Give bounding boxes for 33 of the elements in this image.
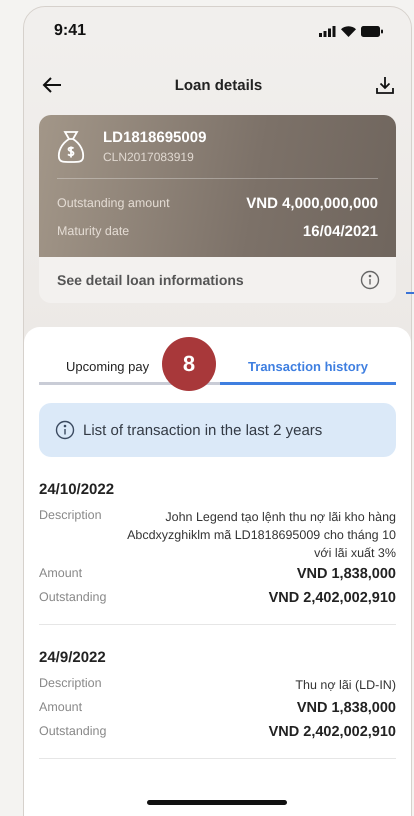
field-value: 16/04/2021 [302,222,378,240]
info-text: List of transaction in the last 2 years [83,422,322,438]
amount-value: VND 2,402,002,910 [268,590,396,606]
info-icon [360,270,380,290]
description-text: John Legend tạo lệnh thu nợ lãi kho hàng Abcdxyzghiklm mã LD1818695009 cho tháng 10 với lãi xuất 3% [126,509,396,562]
row-label: Amount [39,566,82,580]
money-bag-icon [57,130,85,164]
row-label: Amount [39,700,82,714]
row-label: Outstanding [39,724,106,738]
loan-number: LD1818695009 [103,129,206,146]
field-value: VND 4,000,000,000 [246,194,378,212]
amount-value: VND 2,402,002,910 [268,724,396,740]
row-label: Description [39,676,102,690]
signal-icon [319,26,336,36]
wifi-icon [341,26,356,36]
description-text: Thu nợ lãi (LD-IN) [295,677,396,694]
info-icon [55,420,75,440]
amount-value: VND 1,838,000 [296,700,396,716]
transaction-date: 24/10/2022 [39,481,116,498]
amount-value: VND 1,838,000 [296,566,396,582]
row-label: Outstanding [39,590,106,604]
field-label: Maturity date [57,224,130,238]
battery-icon [361,26,383,36]
field-label: Outstanding amount [57,196,170,210]
status-time: 9:41 [54,22,86,40]
tab[interactable]: Transaction history [220,351,396,385]
detail-link[interactable]: See detail loan informations [57,272,244,288]
tab[interactable]: Upcoming pay [66,351,150,385]
transaction-date: 24/9/2022 [39,649,107,666]
contract-number: CLN2017083919 [103,150,195,164]
annotation-badge: 8 [162,337,216,391]
page-title: Loan details [174,76,262,94]
row-label: Description [39,508,102,522]
